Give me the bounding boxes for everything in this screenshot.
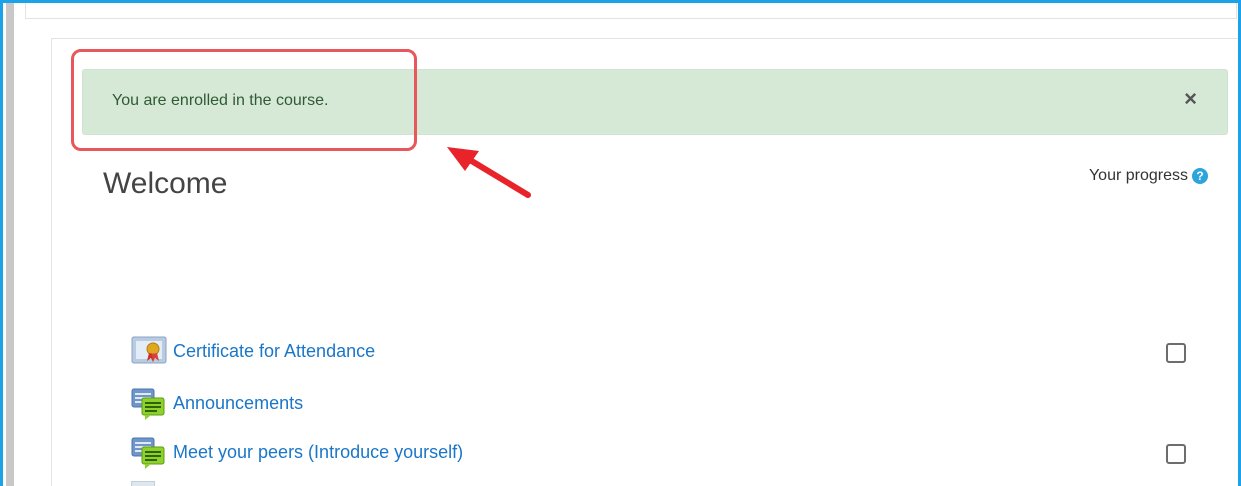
activity-item-announcements: Announcements: [131, 386, 303, 420]
forum-icon: [131, 386, 167, 420]
progress-label: Your progress: [1088, 167, 1188, 184]
section-title: Welcome: [103, 167, 228, 200]
forum-icon: [131, 435, 167, 469]
activity-link-announcements[interactable]: Announcements: [173, 393, 303, 414]
document-icon: [131, 481, 155, 486]
left-drawer-edge: [6, 3, 14, 486]
certificate-icon: [131, 334, 167, 368]
activity-item-certificate: Certificate for Attendance: [131, 334, 375, 368]
top-region: [25, 3, 1237, 19]
progress-indicator: Your progress ?: [1089, 167, 1208, 185]
help-icon[interactable]: ?: [1192, 168, 1208, 184]
activity-link-meet-peers[interactable]: Meet your peers (Introduce yourself): [173, 442, 463, 463]
completion-checkbox-certificate[interactable]: [1166, 343, 1186, 363]
annotation-arrow-icon: [447, 147, 531, 198]
annotation-highlight-box: [71, 49, 417, 151]
activity-link-certificate[interactable]: Certificate for Attendance: [173, 341, 375, 362]
activity-item-meet-peers: Meet your peers (Introduce yourself): [131, 435, 463, 469]
close-icon[interactable]: ×: [1184, 88, 1197, 110]
completion-checkbox-meet-peers[interactable]: [1166, 444, 1186, 464]
browser-frame: You are enrolled in the course. × Welcom…: [0, 0, 1241, 486]
